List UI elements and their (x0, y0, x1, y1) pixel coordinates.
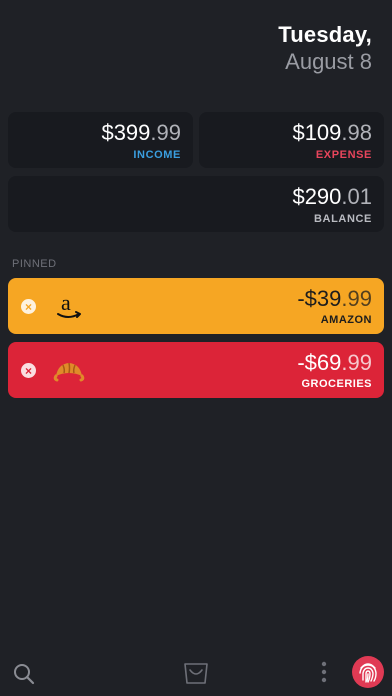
income-label: INCOME (133, 149, 181, 161)
date-month-day: August 8 (285, 49, 372, 74)
expense-cents: .98 (341, 120, 372, 145)
croissant-icon (52, 354, 86, 388)
pinned-amazon-details: -$39.99 AMAZON (297, 288, 372, 327)
income-card[interactable]: $399.99 INCOME (8, 112, 193, 168)
date-header: Tuesday, August 8 (278, 24, 372, 73)
income-dollars: $399 (101, 120, 151, 145)
remove-pin-icon[interactable]: × (21, 299, 36, 314)
search-icon[interactable] (12, 662, 36, 686)
pinned-section-label: PINNED (12, 258, 57, 270)
pinned-groceries-details: -$69.99 GROCERIES (297, 352, 372, 391)
pinned-amazon-cents: .99 (341, 286, 372, 311)
expense-amount: $109.98 (199, 122, 372, 144)
pinned-amazon-amount: -$39.99 (297, 288, 372, 310)
date-day: Tuesday, (278, 22, 372, 47)
balance-card[interactable]: $290.01 BALANCE (8, 176, 384, 232)
income-amount: $399.99 (8, 122, 181, 144)
expense-label: EXPENSE (315, 149, 372, 161)
balance-dollars: $290 (292, 184, 342, 209)
pinned-groceries-dollars: -$69 (297, 350, 342, 375)
expense-dollars: $109 (292, 120, 342, 145)
fingerprint-icon[interactable] (352, 656, 384, 688)
pinned-groceries-cents: .99 (341, 350, 372, 375)
pinned-item-amazon[interactable]: × a -$39.99 AMAZON (8, 278, 384, 334)
pinned-item-groceries[interactable]: × -$69.99 GROCERIES (8, 342, 384, 398)
pinned-groceries-name: GROCERIES (301, 378, 372, 390)
pinned-amazon-name: AMAZON (320, 314, 372, 326)
shopping-bag-icon[interactable] (182, 660, 210, 686)
income-cents: .99 (150, 120, 181, 145)
balance-label: BALANCE (314, 213, 372, 225)
balance-cents: .01 (341, 184, 372, 209)
more-vertical-icon[interactable] (318, 660, 330, 686)
remove-pin-icon[interactable]: × (21, 363, 36, 378)
balance-amount: $290.01 (8, 186, 372, 208)
pinned-amazon-dollars: -$39 (297, 286, 342, 311)
svg-text:a: a (61, 290, 71, 315)
expense-card[interactable]: $109.98 EXPENSE (199, 112, 384, 168)
amazon-logo-icon: a (52, 290, 86, 324)
pinned-groceries-amount: -$69.99 (297, 352, 372, 374)
